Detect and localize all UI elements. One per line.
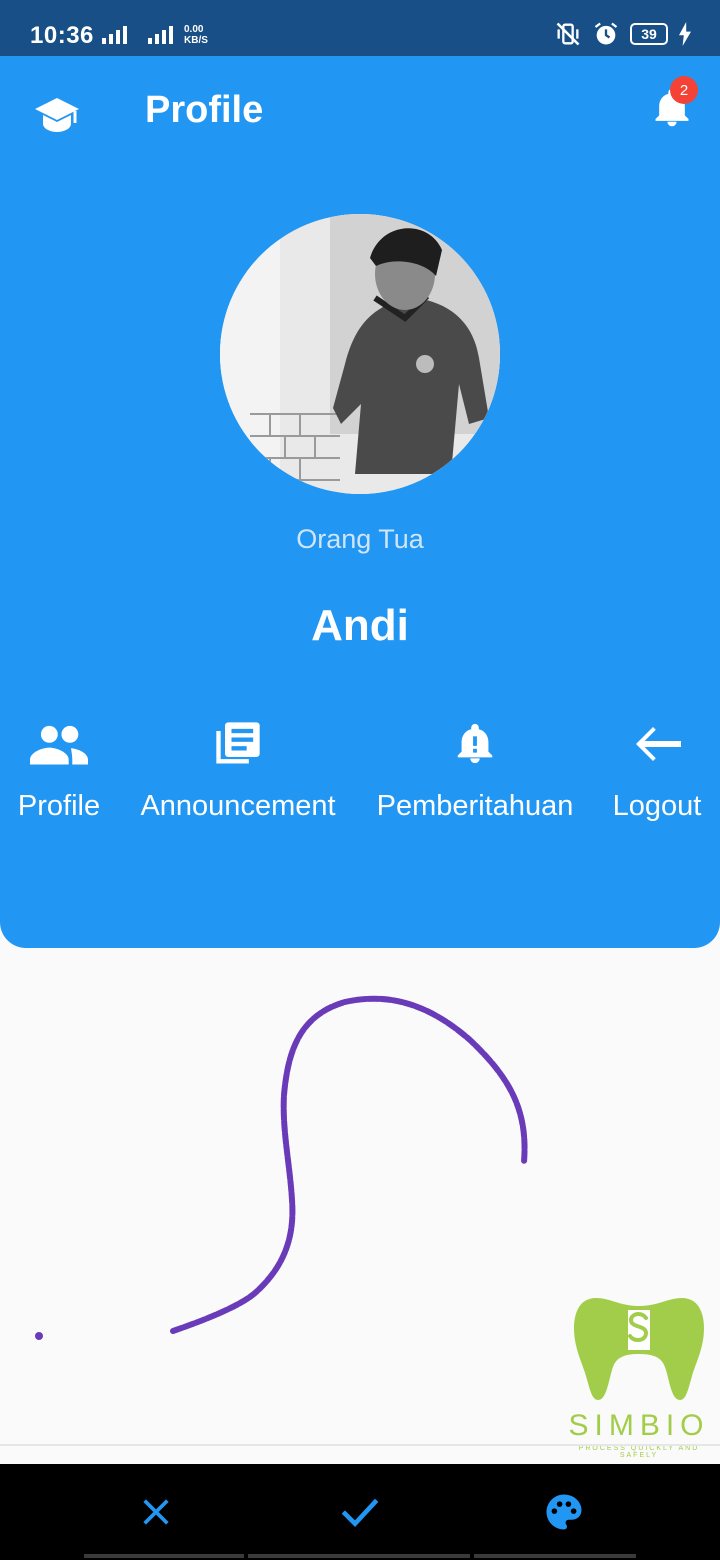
battery-indicator: 39 (630, 23, 668, 45)
user-role: Orang Tua (296, 524, 424, 554)
status-icons: 39 (554, 20, 692, 48)
arrow-left-icon (636, 727, 681, 761)
status-bar: 10:36 0.00 KB/S 39 (0, 0, 720, 56)
menu-label: Logout (612, 790, 702, 822)
color-picker-button[interactable] (542, 1490, 586, 1534)
nav-indicator (248, 1554, 470, 1558)
confirm-button[interactable] (338, 1490, 382, 1534)
network-speed: 0.00 KB/S (184, 24, 208, 46)
alert-bell-icon (457, 723, 493, 764)
clear-button[interactable] (134, 1490, 178, 1534)
battery-level: 39 (641, 26, 657, 42)
notification-badge: 2 (670, 76, 698, 104)
alarm-icon (594, 22, 618, 45)
network-speed-value: 0.00 (184, 24, 204, 35)
nav-indicator (84, 1554, 244, 1558)
menu-announcement[interactable]: Announcement (130, 716, 346, 823)
people-icon (30, 725, 88, 765)
status-time: 10:36 (30, 22, 94, 49)
menu-label: Profile (17, 790, 101, 822)
avatar-photo (220, 214, 500, 494)
nav-indicator (474, 1554, 636, 1558)
palette-icon (546, 1494, 582, 1530)
tooth-logo-icon (574, 1298, 704, 1400)
simbio-logo: SIMBIO PROCESS QUICKLY AND SAFELY (566, 1296, 712, 1459)
divider (0, 1444, 720, 1446)
newspaper-icon (216, 722, 260, 764)
close-icon (143, 1499, 169, 1525)
logo-name: SIMBIO (568, 1409, 710, 1442)
profile-header: Profile 2 Orang Tua Andi Profile Announc… (0, 56, 720, 948)
page-title: Profile (145, 89, 264, 131)
menu-label: Pemberitahuan (376, 790, 574, 822)
menu-profile[interactable]: Profile (8, 716, 110, 823)
bottom-action-bar (0, 1464, 720, 1560)
signal-icon-2 (148, 26, 173, 44)
avatar (220, 214, 500, 494)
notification-button[interactable]: 2 (650, 76, 698, 130)
network-speed-unit: KB/S (184, 35, 208, 46)
signal-icon (102, 26, 127, 44)
graduation-cap-icon[interactable] (34, 96, 80, 134)
logo-tagline: PROCESS QUICKLY AND SAFELY (578, 1445, 700, 1459)
check-icon (341, 1498, 379, 1528)
menu-label: Announcement (140, 790, 336, 822)
vibrate-off-icon (556, 22, 580, 46)
menu-pemberitahuan[interactable]: Pemberitahuan (366, 716, 584, 823)
user-name: Andi (311, 601, 409, 650)
menu-logout[interactable]: Logout (604, 716, 710, 823)
charging-icon (679, 22, 691, 46)
